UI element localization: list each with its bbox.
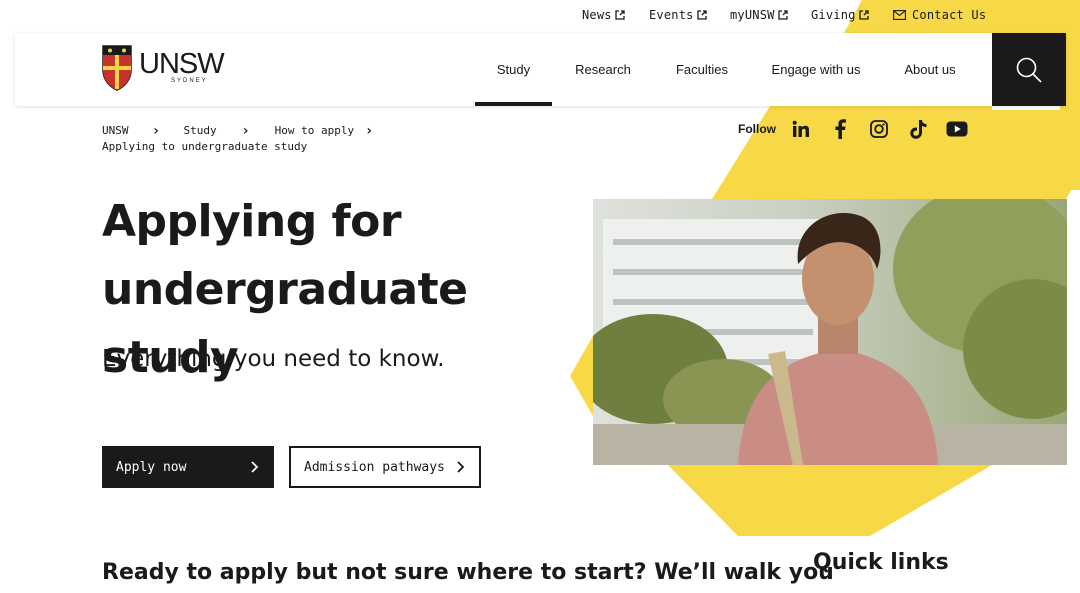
search-icon <box>1016 57 1042 83</box>
chevron-right-icon: › <box>364 123 374 139</box>
hero-image <box>593 199 1067 465</box>
main-header: UNSW SYDNEY Study Research Faculties Eng… <box>15 33 1066 106</box>
breadcrumb-unsw[interactable]: UNSW <box>102 123 129 139</box>
breadcrumb-current: Applying to undergraduate study <box>102 140 308 153</box>
breadcrumb-how-to-apply[interactable]: How to apply <box>275 123 354 139</box>
nav-research[interactable]: Research <box>565 33 641 106</box>
nav-about-us[interactable]: About us <box>895 33 965 106</box>
mail-icon <box>893 10 906 20</box>
tiktok-icon[interactable] <box>907 118 929 140</box>
nav-faculties[interactable]: Faculties <box>665 33 739 106</box>
unsw-logo[interactable]: UNSW SYDNEY <box>101 44 225 94</box>
myunsw-link[interactable]: myUNSW <box>730 8 788 22</box>
quick-links-heading: Quick links <box>813 550 949 575</box>
unsw-crest-icon <box>102 45 132 91</box>
chevron-right-icon <box>251 461 259 473</box>
news-link[interactable]: News <box>582 8 625 22</box>
chevron-right-icon <box>457 461 465 473</box>
facebook-icon[interactable] <box>829 118 851 140</box>
apply-now-button[interactable]: Apply now <box>102 446 274 488</box>
utility-bar: News Events myUNSW Giving Contact Us <box>0 0 1080 32</box>
search-button[interactable] <box>992 33 1066 106</box>
breadcrumb: UNSW › Study › How to apply › Applying t… <box>102 123 384 155</box>
nav-study[interactable]: Study <box>475 33 552 106</box>
follow-label: Follow <box>738 122 776 136</box>
external-link-icon <box>696 10 707 20</box>
breadcrumb-study[interactable]: Study <box>184 123 217 139</box>
giving-link[interactable]: Giving <box>811 8 869 22</box>
logo-wordmark: UNSW <box>139 48 225 80</box>
chevron-right-icon: › <box>151 123 161 139</box>
external-link-icon <box>615 10 625 20</box>
nav-engage-with-us[interactable]: Engage with us <box>765 33 867 106</box>
linkedin-icon[interactable] <box>790 118 812 140</box>
logo-subtitle: SYDNEY <box>171 78 208 84</box>
external-link-icon <box>777 10 788 20</box>
external-link-icon <box>858 10 869 20</box>
follow-social: Follow <box>738 118 985 140</box>
page-subtitle: Everything you need to know. <box>102 346 445 372</box>
chevron-right-icon: › <box>241 123 250 139</box>
instagram-icon[interactable] <box>868 118 890 140</box>
admission-pathways-button[interactable]: Admission pathways <box>289 446 481 488</box>
events-link[interactable]: Events <box>649 8 707 22</box>
section-heading: Ready to apply but not sure where to sta… <box>102 560 834 585</box>
youtube-icon[interactable] <box>946 118 968 140</box>
contact-us-link[interactable]: Contact Us <box>893 8 986 22</box>
